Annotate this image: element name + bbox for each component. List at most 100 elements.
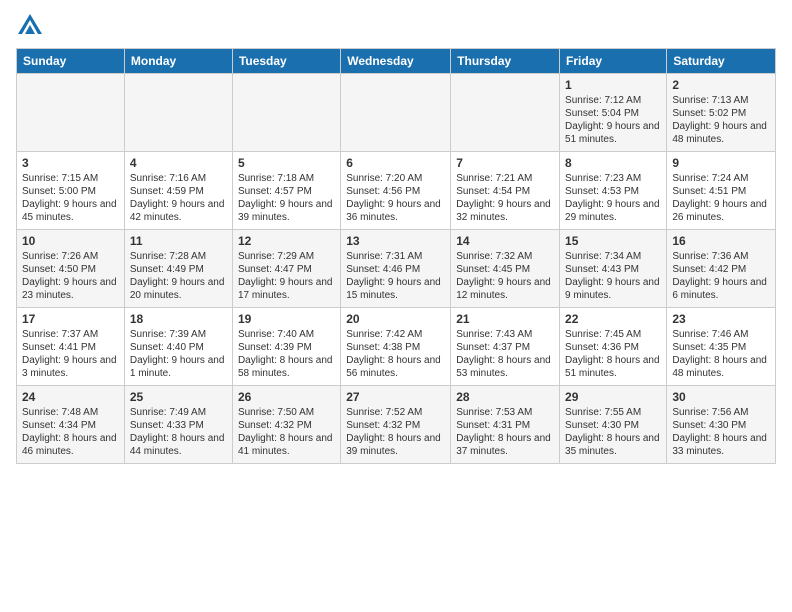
day-number: 7: [456, 156, 554, 170]
day-info: Sunrise: 7:28 AM Sunset: 4:49 PM Dayligh…: [130, 250, 227, 302]
calendar-header-thursday: Thursday: [451, 49, 560, 74]
day-number: 9: [672, 156, 770, 170]
day-number: 20: [346, 312, 445, 326]
day-number: 4: [130, 156, 227, 170]
logo-icon: [16, 12, 44, 40]
day-number: 11: [130, 234, 227, 248]
day-info: Sunrise: 7:55 AM Sunset: 4:30 PM Dayligh…: [565, 406, 661, 458]
day-number: 13: [346, 234, 445, 248]
calendar-cell: 1Sunrise: 7:12 AM Sunset: 5:04 PM Daylig…: [560, 74, 667, 152]
day-info: Sunrise: 7:18 AM Sunset: 4:57 PM Dayligh…: [238, 172, 335, 224]
day-number: 10: [22, 234, 119, 248]
day-number: 6: [346, 156, 445, 170]
day-number: 18: [130, 312, 227, 326]
day-number: 1: [565, 78, 661, 92]
day-info: Sunrise: 7:16 AM Sunset: 4:59 PM Dayligh…: [130, 172, 227, 224]
day-number: 26: [238, 390, 335, 404]
day-info: Sunrise: 7:53 AM Sunset: 4:31 PM Dayligh…: [456, 406, 554, 458]
day-info: Sunrise: 7:37 AM Sunset: 4:41 PM Dayligh…: [22, 328, 119, 380]
calendar-cell: 18 Sunrise: 7:39 AM Sunset: 4:40 PM Dayli…: [124, 308, 232, 386]
day-number: 16: [672, 234, 770, 248]
calendar-cell: [451, 74, 560, 152]
calendar-table: SundayMondayTuesdayWednesdayThursdayFrid…: [16, 48, 776, 464]
day-info: Sunrise: 7:42 AM Sunset: 4:38 PM Dayligh…: [346, 328, 445, 380]
calendar-cell: 10 Sunrise: 7:26 AM Sunset: 4:50 PM Dayli…: [17, 230, 125, 308]
day-info: Sunrise: 7:39 AM Sunset: 4:40 PM Dayligh…: [130, 328, 227, 380]
header: [16, 12, 776, 40]
day-number: 21: [456, 312, 554, 326]
calendar-cell: 12 Sunrise: 7:29 AM Sunset: 4:47 PM Dayli…: [232, 230, 340, 308]
day-info: Sunrise: 7:56 AM Sunset: 4:30 PM Dayligh…: [672, 406, 770, 458]
calendar-cell: 29Sunrise: 7:55 AM Sunset: 4:30 PM Dayli…: [560, 386, 667, 464]
calendar-cell: 2Sunrise: 7:13 AM Sunset: 5:02 PM Daylig…: [667, 74, 776, 152]
calendar-header-sunday: Sunday: [17, 49, 125, 74]
day-number: 14: [456, 234, 554, 248]
day-number: 12: [238, 234, 335, 248]
day-number: 15: [565, 234, 661, 248]
calendar-cell: 14Sunrise: 7:32 AM Sunset: 4:45 PM Dayli…: [451, 230, 560, 308]
calendar-cell: 22 Sunrise: 7:45 AM Sunset: 4:36 PM Dayli…: [560, 308, 667, 386]
calendar-cell: 28 Sunrise: 7:53 AM Sunset: 4:31 PM Dayli…: [451, 386, 560, 464]
calendar-cell: 4 Sunrise: 7:16 AM Sunset: 4:59 PM Daylig…: [124, 152, 232, 230]
day-info: Sunrise: 7:45 AM Sunset: 4:36 PM Dayligh…: [565, 328, 661, 380]
day-number: 5: [238, 156, 335, 170]
page-container: SundayMondayTuesdayWednesdayThursdayFrid…: [0, 0, 792, 472]
calendar-cell: 19 Sunrise: 7:40 AM Sunset: 4:39 PM Dayli…: [232, 308, 340, 386]
day-info: Sunrise: 7:52 AM Sunset: 4:32 PM Dayligh…: [346, 406, 445, 458]
calendar-cell: 7 Sunrise: 7:21 AM Sunset: 4:54 PM Daylig…: [451, 152, 560, 230]
calendar-cell: 8 Sunrise: 7:23 AM Sunset: 4:53 PM Daylig…: [560, 152, 667, 230]
calendar-header-row: SundayMondayTuesdayWednesdayThursdayFrid…: [17, 49, 776, 74]
day-number: 19: [238, 312, 335, 326]
calendar-cell: [124, 74, 232, 152]
day-number: 27: [346, 390, 445, 404]
calendar-cell: 16 Sunrise: 7:36 AM Sunset: 4:42 PM Dayli…: [667, 230, 776, 308]
day-info: Sunrise: 7:21 AM Sunset: 4:54 PM Dayligh…: [456, 172, 554, 224]
calendar-cell: 15 Sunrise: 7:34 AM Sunset: 4:43 PM Dayli…: [560, 230, 667, 308]
calendar-week-row: 10 Sunrise: 7:26 AM Sunset: 4:50 PM Dayli…: [17, 230, 776, 308]
calendar-header-tuesday: Tuesday: [232, 49, 340, 74]
calendar-cell: 20 Sunrise: 7:42 AM Sunset: 4:38 PM Dayli…: [341, 308, 451, 386]
day-info: Sunrise: 7:24 AM Sunset: 4:51 PM Dayligh…: [672, 172, 770, 224]
day-info: Sunrise: 7:29 AM Sunset: 4:47 PM Dayligh…: [238, 250, 335, 302]
calendar-cell: 3Sunrise: 7:15 AM Sunset: 5:00 PM Daylig…: [17, 152, 125, 230]
calendar-cell: 27 Sunrise: 7:52 AM Sunset: 4:32 PM Dayli…: [341, 386, 451, 464]
day-info: Sunrise: 7:15 AM Sunset: 5:00 PM Dayligh…: [22, 172, 119, 224]
day-info: Sunrise: 7:31 AM Sunset: 4:46 PM Dayligh…: [346, 250, 445, 302]
day-number: 28: [456, 390, 554, 404]
calendar-cell: 13 Sunrise: 7:31 AM Sunset: 4:46 PM Dayli…: [341, 230, 451, 308]
calendar-cell: 17 Sunrise: 7:37 AM Sunset: 4:41 PM Dayli…: [17, 308, 125, 386]
calendar-cell: 24Sunrise: 7:48 AM Sunset: 4:34 PM Dayli…: [17, 386, 125, 464]
calendar-header-wednesday: Wednesday: [341, 49, 451, 74]
calendar-cell: 5 Sunrise: 7:18 AM Sunset: 4:57 PM Daylig…: [232, 152, 340, 230]
day-info: Sunrise: 7:23 AM Sunset: 4:53 PM Dayligh…: [565, 172, 661, 224]
calendar-cell: 9 Sunrise: 7:24 AM Sunset: 4:51 PM Daylig…: [667, 152, 776, 230]
calendar-cell: 26Sunrise: 7:50 AM Sunset: 4:32 PM Dayli…: [232, 386, 340, 464]
logo: [16, 12, 48, 40]
day-number: 2: [672, 78, 770, 92]
day-info: Sunrise: 7:40 AM Sunset: 4:39 PM Dayligh…: [238, 328, 335, 380]
day-info: Sunrise: 7:34 AM Sunset: 4:43 PM Dayligh…: [565, 250, 661, 302]
calendar-week-row: 17 Sunrise: 7:37 AM Sunset: 4:41 PM Dayli…: [17, 308, 776, 386]
day-number: 30: [672, 390, 770, 404]
day-number: 23: [672, 312, 770, 326]
day-info: Sunrise: 7:49 AM Sunset: 4:33 PM Dayligh…: [130, 406, 227, 458]
calendar-cell: [232, 74, 340, 152]
day-info: Sunrise: 7:20 AM Sunset: 4:56 PM Dayligh…: [346, 172, 445, 224]
calendar-header-friday: Friday: [560, 49, 667, 74]
day-number: 22: [565, 312, 661, 326]
day-number: 25: [130, 390, 227, 404]
calendar-cell: 6 Sunrise: 7:20 AM Sunset: 4:56 PM Daylig…: [341, 152, 451, 230]
calendar-cell: [341, 74, 451, 152]
calendar-header-saturday: Saturday: [667, 49, 776, 74]
calendar-week-row: 1Sunrise: 7:12 AM Sunset: 5:04 PM Daylig…: [17, 74, 776, 152]
calendar-week-row: 24Sunrise: 7:48 AM Sunset: 4:34 PM Dayli…: [17, 386, 776, 464]
calendar-cell: 21Sunrise: 7:43 AM Sunset: 4:37 PM Dayli…: [451, 308, 560, 386]
calendar-cell: 30 Sunrise: 7:56 AM Sunset: 4:30 PM Dayli…: [667, 386, 776, 464]
day-number: 17: [22, 312, 119, 326]
calendar-cell: 25 Sunrise: 7:49 AM Sunset: 4:33 PM Dayli…: [124, 386, 232, 464]
calendar-cell: [17, 74, 125, 152]
day-number: 8: [565, 156, 661, 170]
day-info: Sunrise: 7:26 AM Sunset: 4:50 PM Dayligh…: [22, 250, 119, 302]
calendar-cell: 11 Sunrise: 7:28 AM Sunset: 4:49 PM Dayli…: [124, 230, 232, 308]
day-info: Sunrise: 7:36 AM Sunset: 4:42 PM Dayligh…: [672, 250, 770, 302]
